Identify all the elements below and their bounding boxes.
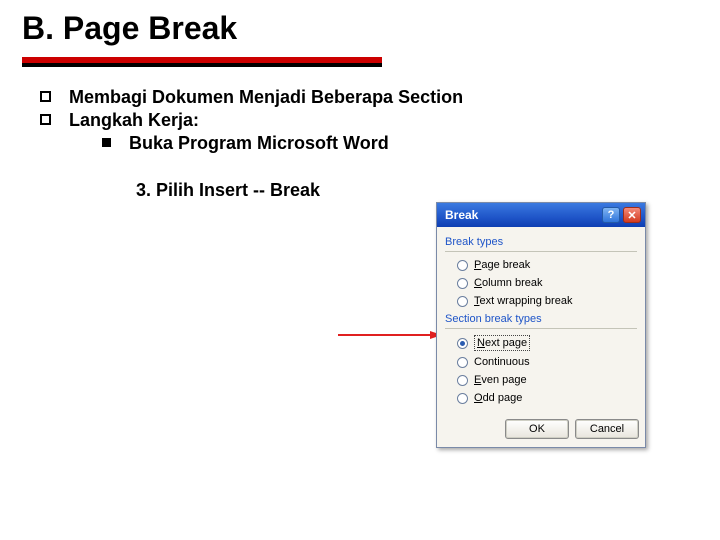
bullet-2-text: Langkah Kerja:	[69, 110, 199, 131]
pointer-arrow-icon	[338, 330, 442, 340]
radio-icon	[457, 296, 468, 307]
dialog-titlebar[interactable]: Break ? ✕	[437, 203, 645, 227]
radio-icon	[457, 338, 468, 349]
hollow-square-icon	[40, 114, 51, 125]
radio-icon	[457, 375, 468, 386]
radio-icon	[457, 278, 468, 289]
radio-continuous[interactable]: Continuous	[445, 353, 637, 371]
radio-page-break[interactable]: Page break	[445, 256, 637, 274]
radio-continuous-label: Continuous	[474, 355, 530, 369]
radio-even-page-label: Even page	[474, 373, 527, 387]
slide-content: Membagi Dokumen Menjadi Beberapa Section…	[0, 67, 720, 201]
bullet-2-sub-1-text: Buka Program Microsoft Word	[129, 133, 389, 154]
bullet-1-text: Membagi Dokumen Menjadi Beberapa Section	[69, 87, 463, 108]
radio-next-page[interactable]: Next page	[445, 333, 637, 353]
radio-icon	[457, 393, 468, 404]
dialog-button-row: OK Cancel	[437, 411, 645, 447]
break-dialog: Break ? ✕ Break types Page break Column …	[436, 202, 646, 448]
ok-button[interactable]: OK	[505, 419, 569, 439]
slide-title: B. Page Break	[0, 0, 720, 53]
radio-icon	[457, 357, 468, 368]
radio-text-wrapping-break[interactable]: Text wrapping break	[445, 292, 637, 310]
group-section-break-types-label: Section break types	[445, 310, 637, 328]
bullet-1: Membagi Dokumen Menjadi Beberapa Section	[40, 87, 720, 108]
radio-text-wrapping-break-label: Text wrapping break	[474, 294, 572, 308]
radio-page-break-label: Page break	[474, 258, 530, 272]
bullet-2-sub-1: Buka Program Microsoft Word	[40, 133, 720, 154]
bullet-2: Langkah Kerja:	[40, 110, 720, 131]
close-button[interactable]: ✕	[623, 207, 641, 223]
radio-column-break[interactable]: Column break	[445, 274, 637, 292]
radio-next-page-label: Next page	[474, 335, 530, 351]
dialog-title: Break	[445, 208, 478, 222]
hollow-square-icon	[40, 91, 51, 102]
radio-odd-page-label: Odd page	[474, 391, 522, 405]
radio-column-break-label: Column break	[474, 276, 543, 290]
title-rule	[22, 57, 382, 67]
cancel-button[interactable]: Cancel	[575, 419, 639, 439]
radio-odd-page[interactable]: Odd page	[445, 389, 637, 407]
solid-square-icon	[102, 138, 111, 147]
radio-icon	[457, 260, 468, 271]
help-button[interactable]: ?	[602, 207, 620, 223]
radio-even-page[interactable]: Even page	[445, 371, 637, 389]
group-break-types-label: Break types	[445, 233, 637, 251]
step-3-text: 3. Pilih Insert -- Break	[40, 156, 720, 201]
